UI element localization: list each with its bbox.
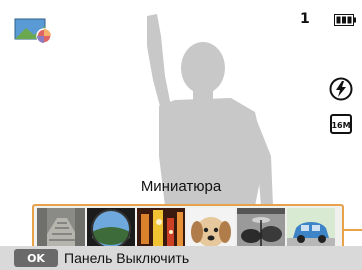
ok-button[interactable]: OK — [14, 249, 58, 267]
camera-screen: 1 16M Миниатюра OK Панель Выключить — [0, 0, 362, 270]
thumbnail-drums[interactable] — [237, 208, 285, 250]
photo-mode-icon — [14, 18, 54, 44]
shot-count: 1 — [300, 11, 310, 27]
flash-auto-icon — [329, 77, 353, 101]
mode-label: Миниатюра — [140, 178, 222, 195]
thumbnail-puppy[interactable] — [187, 208, 235, 250]
thumbnail-city-lights[interactable] — [137, 208, 185, 250]
panel-hint-text: Панель Выключить — [64, 250, 190, 266]
bottom-bar: OK Панель Выключить — [0, 246, 362, 270]
thumbnail-fisheye[interactable] — [87, 208, 135, 250]
thumbnail-stairs[interactable] — [37, 208, 85, 250]
resolution-16m-icon: 16M — [330, 113, 352, 135]
thumbnail-blue-car[interactable] — [287, 208, 335, 250]
svg-text:16M: 16M — [331, 121, 350, 130]
callout-line — [344, 229, 362, 231]
battery-full-icon — [334, 13, 356, 26]
